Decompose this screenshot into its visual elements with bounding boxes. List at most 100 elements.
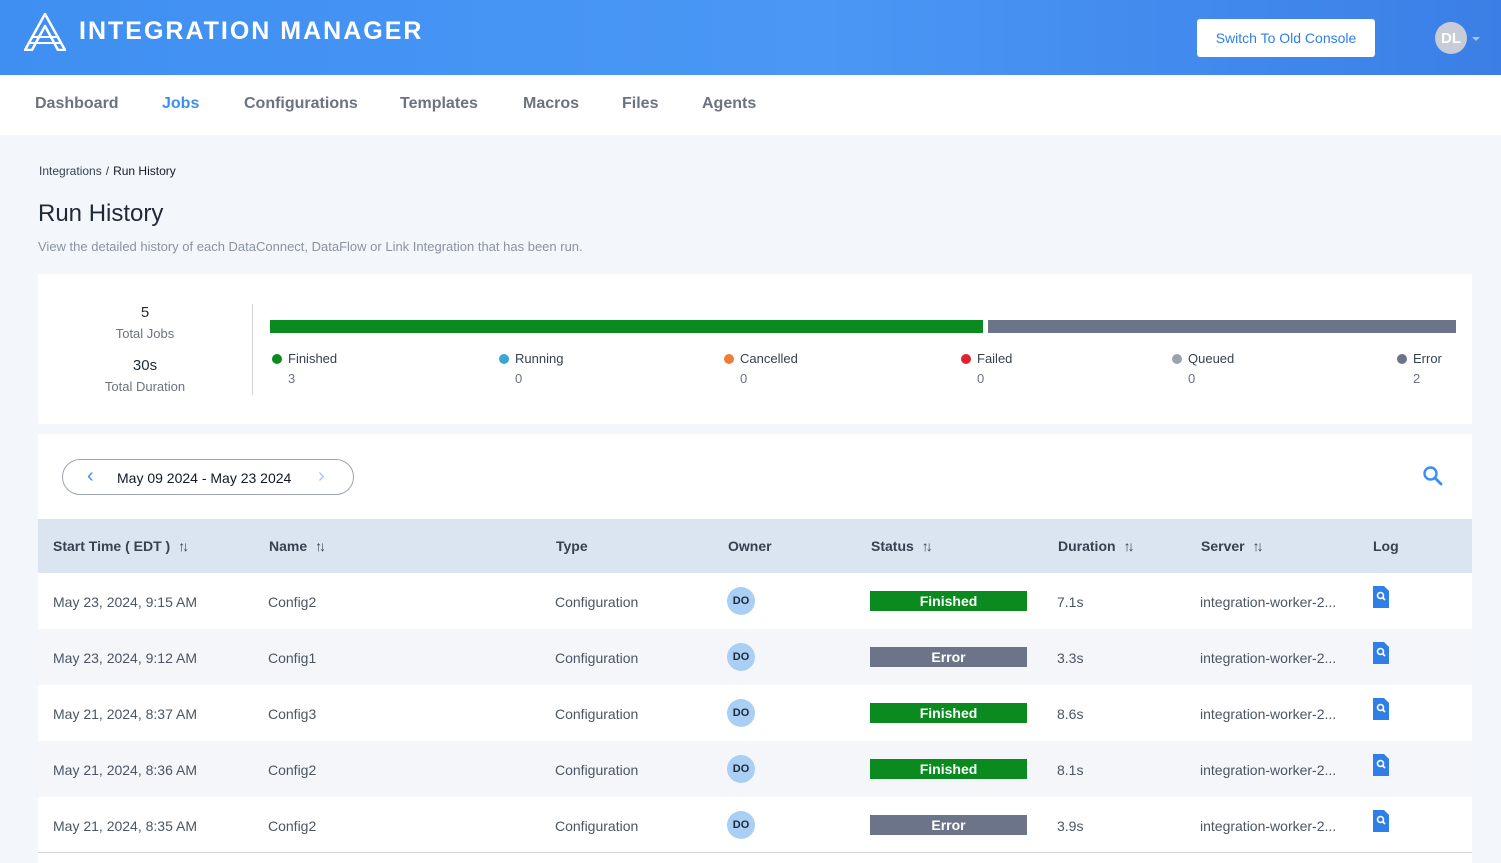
table-row[interactable]: May 23, 2024, 9:15 AM Config2 Configurat…	[38, 573, 1472, 629]
cell-server: integration-worker-2...	[1200, 818, 1337, 834]
cell-server: integration-worker-2...	[1200, 650, 1337, 666]
date-range-picker[interactable]: ‹ May 09 2024 - May 23 2024 ›	[62, 459, 354, 495]
cell-server: integration-worker-2...	[1200, 762, 1337, 778]
nav-dashboard[interactable]: Dashboard	[35, 95, 119, 113]
date-range-text: May 09 2024 - May 23 2024	[117, 470, 292, 486]
table-row[interactable]: May 23, 2024, 9:12 AM Config1 Configurat…	[38, 629, 1472, 685]
breadcrumb-integrations-link[interactable]: Integrations	[39, 164, 102, 178]
cell-start-time: May 23, 2024, 9:12 AM	[53, 650, 197, 666]
legend-cancelled: Cancelled 0	[724, 350, 798, 386]
legend-error: Error 2	[1397, 350, 1442, 386]
col-type: Type	[556, 538, 588, 554]
cell-server: integration-worker-2...	[1200, 594, 1337, 610]
col-owner: Owner	[728, 538, 772, 554]
top-header: INTEGRATION MANAGER Switch To Old Consol…	[0, 0, 1501, 75]
total-jobs-label: Total Jobs	[115, 326, 175, 341]
sort-icon[interactable]: ↑↓	[178, 538, 189, 554]
nav-jobs[interactable]: Jobs	[162, 95, 199, 113]
legend-count: 2	[1413, 371, 1421, 386]
table-row[interactable]: May 21, 2024, 8:37 AM Config3 Configurat…	[38, 685, 1472, 741]
legend-count: 0	[1188, 371, 1196, 386]
logo-icon	[24, 13, 66, 51]
sort-icon[interactable]: ↑↓	[922, 538, 933, 554]
status-badge: Error	[870, 647, 1027, 667]
cell-start-time: May 21, 2024, 8:36 AM	[53, 762, 197, 778]
sort-icon[interactable]: ↑↓	[1253, 538, 1264, 554]
cell-name: Config2	[268, 594, 317, 610]
search-icon[interactable]	[1422, 465, 1444, 487]
cell-start-time: May 21, 2024, 8:35 AM	[53, 818, 197, 834]
cell-type: Configuration	[555, 650, 639, 666]
run-history-table-card: ‹ May 09 2024 - May 23 2024 › Start Time…	[38, 434, 1472, 863]
user-avatar[interactable]: DL	[1435, 22, 1467, 54]
nav-agents[interactable]: Agents	[702, 95, 756, 113]
nav-files[interactable]: Files	[622, 95, 658, 113]
owner-avatar: DO	[727, 755, 755, 783]
breadcrumb: Integrations / Run History	[39, 164, 176, 178]
nav-templates[interactable]: Templates	[400, 95, 478, 113]
switch-old-console-button[interactable]: Switch To Old Console	[1197, 19, 1375, 57]
cell-name: Config3	[268, 706, 317, 722]
cancelled-dot-icon	[724, 354, 734, 364]
cell-duration: 8.6s	[1057, 706, 1084, 722]
log-file-icon[interactable]	[1373, 698, 1389, 720]
col-status[interactable]: Status ↑↓	[871, 538, 933, 554]
col-server[interactable]: Server ↑↓	[1201, 538, 1264, 554]
cell-name: Config2	[268, 818, 317, 834]
cell-type: Configuration	[555, 762, 639, 778]
status-badge: Finished	[870, 591, 1027, 611]
sort-icon[interactable]: ↑↓	[315, 538, 326, 554]
total-jobs-value: 5	[140, 304, 150, 321]
owner-avatar: DO	[727, 643, 755, 671]
log-file-icon[interactable]	[1373, 754, 1389, 776]
legend-finished: Finished 3	[272, 350, 337, 386]
log-file-icon[interactable]	[1373, 586, 1389, 608]
col-log: Log	[1373, 538, 1399, 554]
breadcrumb-separator: /	[105, 164, 110, 178]
cell-type: Configuration	[555, 706, 639, 722]
legend-label: Finished	[288, 351, 338, 366]
nav-macros[interactable]: Macros	[523, 95, 579, 113]
nav-configurations[interactable]: Configurations	[244, 95, 358, 113]
chevron-down-icon[interactable]	[1472, 37, 1480, 41]
log-file-icon[interactable]	[1373, 642, 1389, 664]
legend-count: 0	[740, 371, 748, 386]
cell-start-time: May 21, 2024, 8:37 AM	[53, 706, 197, 722]
legend-count: 3	[288, 371, 296, 386]
failed-dot-icon	[961, 354, 971, 364]
sort-icon[interactable]: ↑↓	[1124, 538, 1135, 554]
cell-duration: 8.1s	[1057, 762, 1084, 778]
col-duration[interactable]: Duration ↑↓	[1058, 538, 1135, 554]
col-start-time[interactable]: Start Time ( EDT ) ↑↓	[53, 538, 189, 554]
main-nav: Dashboard Jobs Configurations Templates …	[0, 75, 1501, 135]
error-dot-icon	[1397, 354, 1407, 364]
running-dot-icon	[499, 354, 509, 364]
cell-server: integration-worker-2...	[1200, 706, 1337, 722]
page-title: Run History	[38, 200, 164, 227]
col-name[interactable]: Name ↑↓	[269, 538, 326, 554]
legend-label: Queued	[1188, 351, 1235, 366]
legend-count: 0	[977, 371, 985, 386]
error-progress-bar	[988, 320, 1456, 333]
cell-duration: 3.9s	[1057, 818, 1084, 834]
summary-divider	[252, 304, 253, 395]
log-file-icon[interactable]	[1373, 810, 1389, 832]
legend-failed: Failed 0	[961, 350, 1012, 386]
app-title: INTEGRATION MANAGER	[79, 17, 424, 45]
status-badge: Finished	[870, 703, 1027, 723]
legend-label: Running	[515, 351, 564, 366]
owner-avatar: DO	[727, 699, 755, 727]
total-duration-value: 30s	[132, 357, 158, 374]
legend-running: Running 0	[499, 350, 563, 386]
chevron-left-icon[interactable]: ‹	[87, 465, 94, 488]
legend-label: Cancelled	[740, 351, 798, 366]
summary-card: 5 Total Jobs 30s Total Duration Finished…	[38, 274, 1472, 424]
chevron-right-icon[interactable]: ›	[318, 465, 325, 488]
table-header: Start Time ( EDT ) ↑↓ Name ↑↓ Type Owner S…	[38, 519, 1472, 573]
finished-dot-icon	[272, 354, 282, 364]
breadcrumb-current: Run History	[113, 164, 176, 178]
status-badge: Error	[870, 815, 1027, 835]
status-badge: Finished	[870, 759, 1027, 779]
table-row[interactable]: May 21, 2024, 8:36 AM Config2 Configurat…	[38, 741, 1472, 797]
table-row[interactable]: May 21, 2024, 8:35 AM Config2 Configurat…	[38, 797, 1472, 853]
